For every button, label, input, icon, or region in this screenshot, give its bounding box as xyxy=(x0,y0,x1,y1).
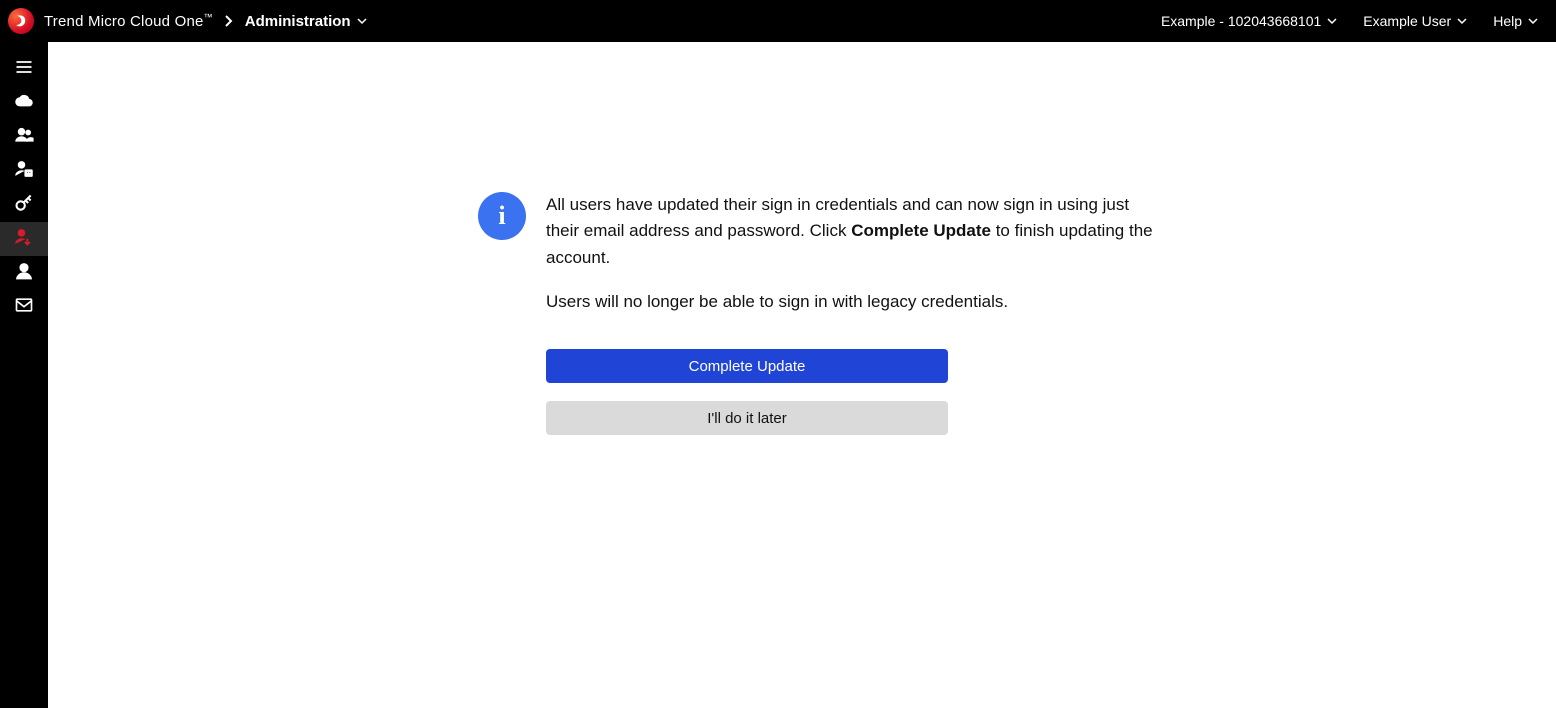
brand[interactable]: Trend Micro Cloud One™ xyxy=(8,8,213,34)
sidebar-item-apikeys[interactable] xyxy=(0,188,48,222)
chevron-right-icon xyxy=(225,15,233,27)
sidebar-item-cloud[interactable] xyxy=(0,86,48,120)
chevron-down-icon xyxy=(1457,13,1467,29)
do-later-button[interactable]: I'll do it later xyxy=(546,401,948,435)
user-migrate-icon xyxy=(14,227,34,252)
update-notice: i All users have updated their sign in c… xyxy=(478,192,1158,435)
sidebar-item-user-migrate[interactable] xyxy=(0,222,48,256)
key-icon xyxy=(14,193,34,218)
user-role-icon xyxy=(14,159,34,184)
sidebar-item-profile[interactable] xyxy=(0,256,48,290)
cloud-icon xyxy=(14,91,34,116)
sidebar-item-user-role[interactable] xyxy=(0,154,48,188)
help-label: Help xyxy=(1493,13,1522,29)
user-dropdown[interactable]: Example User xyxy=(1363,13,1467,29)
complete-update-button[interactable]: Complete Update xyxy=(546,349,948,383)
chevron-down-icon xyxy=(1327,13,1337,29)
brand-logo-icon xyxy=(8,8,34,34)
main-content: i All users have updated their sign in c… xyxy=(48,42,1556,708)
sidebar-item-menu[interactable] xyxy=(0,52,48,86)
section-dropdown[interactable]: Administration xyxy=(245,13,367,30)
profile-icon xyxy=(14,261,34,286)
top-bar: Trend Micro Cloud One™ Administration Ex… xyxy=(0,0,1556,42)
account-label: Example - 102043668101 xyxy=(1161,13,1321,29)
mail-icon xyxy=(14,295,34,320)
menu-icon xyxy=(14,57,34,82)
notice-actions: Complete Update I'll do it later xyxy=(546,349,948,435)
section-label: Administration xyxy=(245,13,351,30)
user-label: Example User xyxy=(1363,13,1451,29)
sidebar-item-users[interactable] xyxy=(0,120,48,154)
chevron-down-icon xyxy=(357,13,367,30)
notice-text: All users have updated their sign in cre… xyxy=(546,192,1158,315)
chevron-down-icon xyxy=(1528,13,1538,29)
sidebar-item-mail[interactable] xyxy=(0,290,48,324)
brand-name: Trend Micro Cloud One™ xyxy=(44,12,213,30)
info-icon: i xyxy=(478,192,526,240)
sidebar xyxy=(0,42,48,708)
account-dropdown[interactable]: Example - 102043668101 xyxy=(1161,13,1337,29)
help-dropdown[interactable]: Help xyxy=(1493,13,1538,29)
users-icon xyxy=(14,125,34,150)
